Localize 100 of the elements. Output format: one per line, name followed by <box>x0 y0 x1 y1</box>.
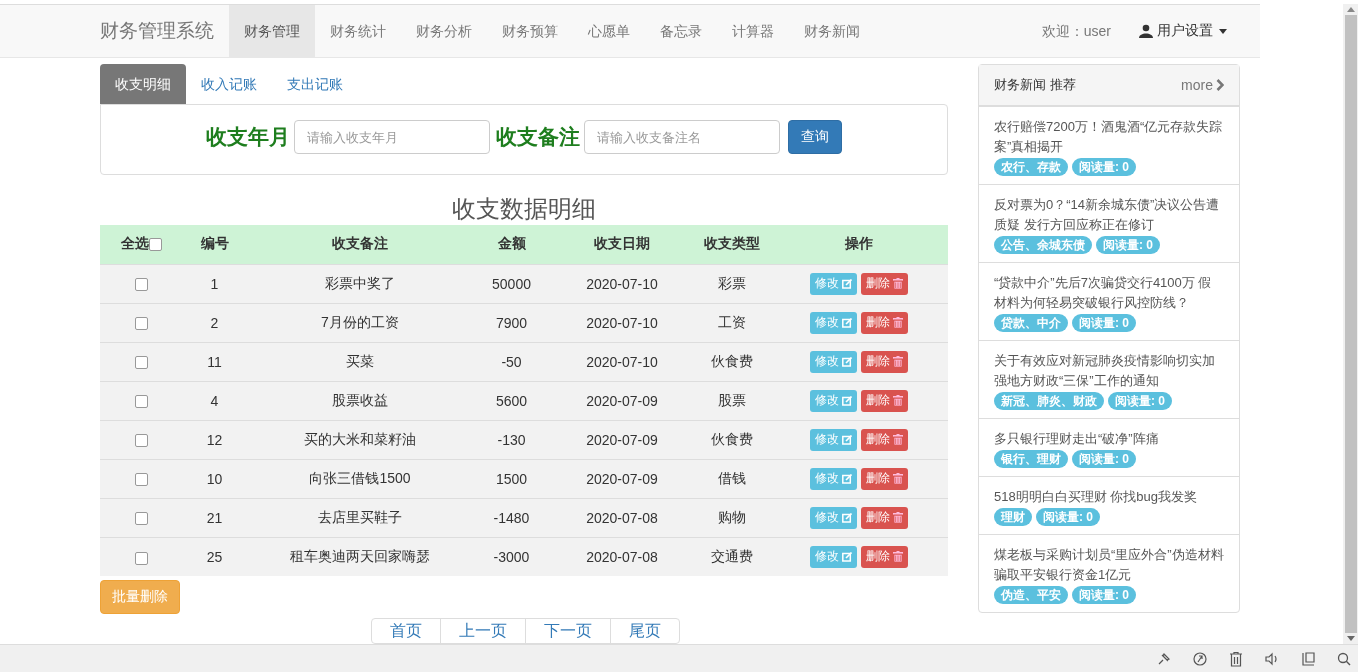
nav-item[interactable]: 心愿单 <box>573 5 645 57</box>
scrollbar[interactable] <box>1343 4 1358 645</box>
table-cell: 50000 <box>492 275 531 292</box>
nav-item[interactable]: 计算器 <box>717 5 789 57</box>
table-cell: 2020-07-08 <box>586 548 658 565</box>
trash-icon <box>893 356 903 367</box>
row-checkbox[interactable] <box>134 434 148 448</box>
table-cell: 2020-07-10 <box>586 314 658 331</box>
delete-button[interactable]: 删除 <box>861 428 908 451</box>
table-cell: 股票收益 <box>332 391 388 408</box>
nav-item[interactable]: 财务统计 <box>315 5 401 57</box>
table-cell: 1500 <box>495 470 528 487</box>
read-count-badge: 阅读量: 0 <box>1096 236 1160 254</box>
table-cell: -1480 <box>493 509 530 526</box>
trash-icon[interactable] <box>1228 650 1244 667</box>
page-link[interactable]: 尾页 <box>610 618 680 644</box>
read-count-badge: 阅读量: 0 <box>1108 392 1172 410</box>
news-link[interactable]: 农行赔偿7200万！酒鬼酒“亿元存款失踪案”真相揭开 <box>994 117 1224 157</box>
news-link[interactable]: “贷款中介”先后7次骗贷交行4100万 假材料为何轻易突破银行风控防线？ <box>994 273 1224 313</box>
trash-icon <box>893 551 903 563</box>
panel-title: 财务新闻 推荐 <box>994 76 1076 94</box>
table-cell: 2020-07-09 <box>586 431 658 448</box>
edit-icon <box>842 395 852 406</box>
speaker-icon[interactable] <box>1264 650 1280 667</box>
table-cell: 1 <box>210 275 219 292</box>
news-link[interactable]: 煤老板与采购计划员“里应外合”伪造材料骗取平安银行资金1亿元 <box>994 545 1224 585</box>
nav-item[interactable]: 财务分析 <box>401 5 487 57</box>
row-checkbox[interactable] <box>134 278 148 292</box>
table-cell: 买菜 <box>346 352 374 369</box>
nav-item[interactable]: 财务预算 <box>487 5 573 57</box>
table-cell: 彩票中奖了 <box>325 274 395 291</box>
column-header: 收支日期 <box>594 235 650 252</box>
delete-button[interactable]: 删除 <box>861 389 908 412</box>
edit-icon <box>842 551 852 562</box>
caret-icon <box>1219 28 1227 34</box>
trash-icon <box>893 278 903 289</box>
tag-badge: 理财 <box>994 508 1032 526</box>
select-all-checkbox[interactable] <box>148 237 162 251</box>
row-checkbox[interactable] <box>134 551 148 565</box>
table-cell: 4 <box>210 392 219 409</box>
nav-item[interactable]: 财务管理 <box>229 5 315 57</box>
table-cell: 7月份的工资 <box>321 313 399 330</box>
delete-button[interactable]: 删除 <box>861 545 908 568</box>
delete-button[interactable]: 删除 <box>861 272 908 295</box>
scroll-up-icon[interactable] <box>1346 7 1355 12</box>
search-icon[interactable] <box>1336 650 1352 667</box>
table-cell: 工资 <box>718 313 746 330</box>
table-cell: 2020-07-08 <box>586 509 658 526</box>
tab[interactable]: 收支明细 <box>100 64 186 104</box>
tab[interactable]: 支出记账 <box>272 64 358 104</box>
read-count-badge: 阅读量: 0 <box>1072 586 1136 604</box>
table-cell: 10 <box>206 470 223 487</box>
table-cell: 伙食费 <box>711 352 753 369</box>
delete-button[interactable]: 删除 <box>861 350 908 373</box>
table-cell: -50 <box>501 353 522 370</box>
news-link[interactable]: 反对票为0？“14新余城东债”决议公告遭质疑 发行方回应称正在修订 <box>994 195 1224 235</box>
read-count-badge: 阅读量: 0 <box>1072 314 1136 332</box>
row-checkbox[interactable] <box>134 395 148 409</box>
table-cell: 伙食费 <box>711 430 753 447</box>
table-cell: 租车奥迪两天回家嗨瑟 <box>290 547 430 564</box>
brand-title[interactable]: 财务管理系统 <box>100 5 214 57</box>
table-cell: 2020-07-10 <box>586 353 658 370</box>
news-link[interactable]: 关于有效应对新冠肺炎疫情影响切实加强地方财政“三保”工作的通知 <box>994 351 1224 391</box>
table-cell: 买的大米和菜籽油 <box>304 430 416 447</box>
row-checkbox[interactable] <box>134 473 148 487</box>
trash-icon <box>893 317 903 328</box>
user-icon <box>1139 24 1153 38</box>
tab[interactable]: 收入记账 <box>186 64 272 104</box>
table-cell: 25 <box>206 548 223 565</box>
tag-badge: 贷款、中介 <box>994 314 1068 332</box>
note-input[interactable]: 请输入收支备注名 <box>584 120 780 154</box>
column-header: 收支备注 <box>332 235 388 252</box>
nav-item[interactable]: 备忘录 <box>645 5 717 57</box>
delete-button[interactable]: 删除 <box>861 506 908 529</box>
edit-icon <box>842 317 852 328</box>
month-input[interactable]: 请输入收支年月 <box>294 120 490 154</box>
row-checkbox[interactable] <box>134 356 148 370</box>
nav-item[interactable]: 财务新闻 <box>789 5 875 57</box>
window-icon[interactable] <box>1300 650 1316 667</box>
news-link[interactable]: 518明明白白买理财 你找bug我发奖 <box>994 487 1224 507</box>
query-button[interactable]: 查询 <box>788 120 842 154</box>
trash-icon <box>893 434 903 445</box>
tag-badge: 公告、余城东债 <box>994 236 1092 254</box>
table-cell: 12 <box>206 431 223 448</box>
row-checkbox[interactable] <box>134 512 148 526</box>
delete-button[interactable]: 删除 <box>861 311 908 334</box>
news-link[interactable]: 多只银行理财走出“破净”阵痛 <box>994 429 1224 449</box>
more-link[interactable]: more <box>1181 77 1224 93</box>
tag-badge: 伪造、平安 <box>994 586 1068 604</box>
user-menu[interactable]: 用户设置 <box>1139 5 1227 57</box>
table-title: 收支数据明细 <box>451 194 597 224</box>
delete-button[interactable]: 删除 <box>861 467 908 490</box>
table-cell: 21 <box>206 509 223 526</box>
scroll-down-icon[interactable] <box>1346 636 1355 642</box>
column-header: 操作 <box>845 235 873 252</box>
refresh-icon[interactable] <box>1192 650 1208 667</box>
row-checkbox[interactable] <box>134 317 148 331</box>
table-cell: 购物 <box>718 508 746 525</box>
table-cell: 2020-07-10 <box>586 275 658 292</box>
tag-badge: 农行、存款 <box>994 158 1068 176</box>
